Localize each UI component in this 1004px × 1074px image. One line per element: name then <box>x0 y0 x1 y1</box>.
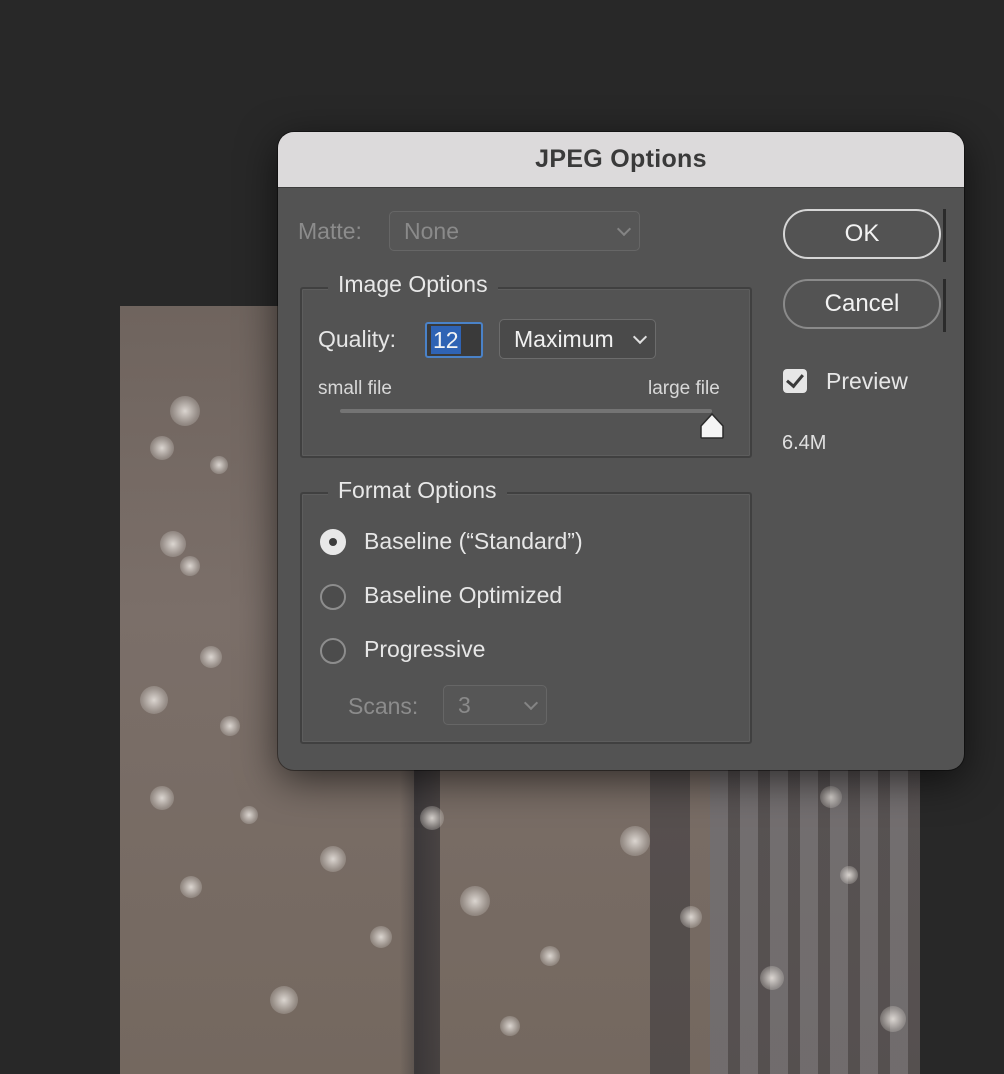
snowflake <box>760 966 784 990</box>
snowflake <box>680 906 702 928</box>
matte-select[interactable]: None <box>389 211 640 251</box>
scans-label: Scans: <box>348 693 419 719</box>
dialog-titlebar: JPEG Options <box>278 132 964 188</box>
snowflake <box>200 646 222 668</box>
image-options-group <box>300 287 752 458</box>
snowflake <box>840 866 858 884</box>
slider-max-label: large file <box>648 378 720 399</box>
quality-label: Quality: <box>318 326 396 352</box>
snowflake <box>460 886 490 916</box>
quality-slider-thumb[interactable] <box>700 413 724 439</box>
radio-baseline-optimized-label[interactable]: Baseline Optimized <box>364 582 562 609</box>
scans-select[interactable]: 3 <box>443 685 547 725</box>
snowflake <box>240 806 258 824</box>
quality-slider-track[interactable] <box>340 409 712 413</box>
scans-select-value: 3 <box>458 691 471 718</box>
snowflake <box>370 926 392 948</box>
snowflake <box>180 876 202 898</box>
preview-checkbox[interactable] <box>783 369 807 393</box>
snowflake <box>170 396 200 426</box>
snowflake <box>500 1016 520 1036</box>
cancel-button[interactable]: Cancel <box>783 279 941 329</box>
cancel-button-label: Cancel <box>824 290 900 317</box>
snowflake <box>270 986 298 1014</box>
quality-input[interactable]: 12 <box>425 322 483 358</box>
radio-baseline-optimized[interactable] <box>320 584 346 610</box>
radio-progressive-label[interactable]: Progressive <box>364 636 485 663</box>
file-size-value: 6.4M <box>782 432 827 454</box>
cancel-button-edge <box>943 279 946 332</box>
snowflake <box>150 786 174 810</box>
format-options-title: Format Options <box>328 477 507 504</box>
radio-baseline-standard-label[interactable]: Baseline (“Standard”) <box>364 528 583 555</box>
matte-label: Matte: <box>298 218 362 244</box>
snowflake <box>180 556 200 576</box>
slider-min-label: small file <box>318 378 392 399</box>
quality-preset-value: Maximum <box>514 325 614 352</box>
snowflake <box>820 786 842 808</box>
snowflake <box>540 946 560 966</box>
snowflake <box>150 436 174 460</box>
ok-button[interactable]: OK <box>783 209 941 259</box>
snowflake <box>320 846 346 872</box>
image-options-title: Image Options <box>328 271 498 298</box>
ok-button-label: OK <box>844 220 880 247</box>
snowflake <box>880 1006 906 1032</box>
snowflake <box>620 826 650 856</box>
jpeg-options-dialog: JPEG Options Matte: None Image Options Q… <box>278 132 964 770</box>
chevron-down-icon <box>523 695 539 711</box>
radio-progressive[interactable] <box>320 638 346 664</box>
chevron-down-icon <box>632 329 648 345</box>
canvas-pillar <box>414 746 440 1074</box>
radio-baseline-standard[interactable] <box>320 529 346 555</box>
snowflake <box>140 686 168 714</box>
dialog-title: JPEG Options <box>535 145 707 173</box>
ok-button-edge <box>943 209 946 262</box>
matte-select-value: None <box>404 217 459 244</box>
chevron-down-icon <box>616 221 632 237</box>
snowflake <box>210 456 228 474</box>
preview-label[interactable]: Preview <box>826 368 908 395</box>
snowflake <box>220 716 240 736</box>
quality-input-value: 12 <box>431 326 461 354</box>
snowflake <box>160 531 186 557</box>
snowflake <box>420 806 444 830</box>
quality-preset-select[interactable]: Maximum <box>499 319 656 359</box>
